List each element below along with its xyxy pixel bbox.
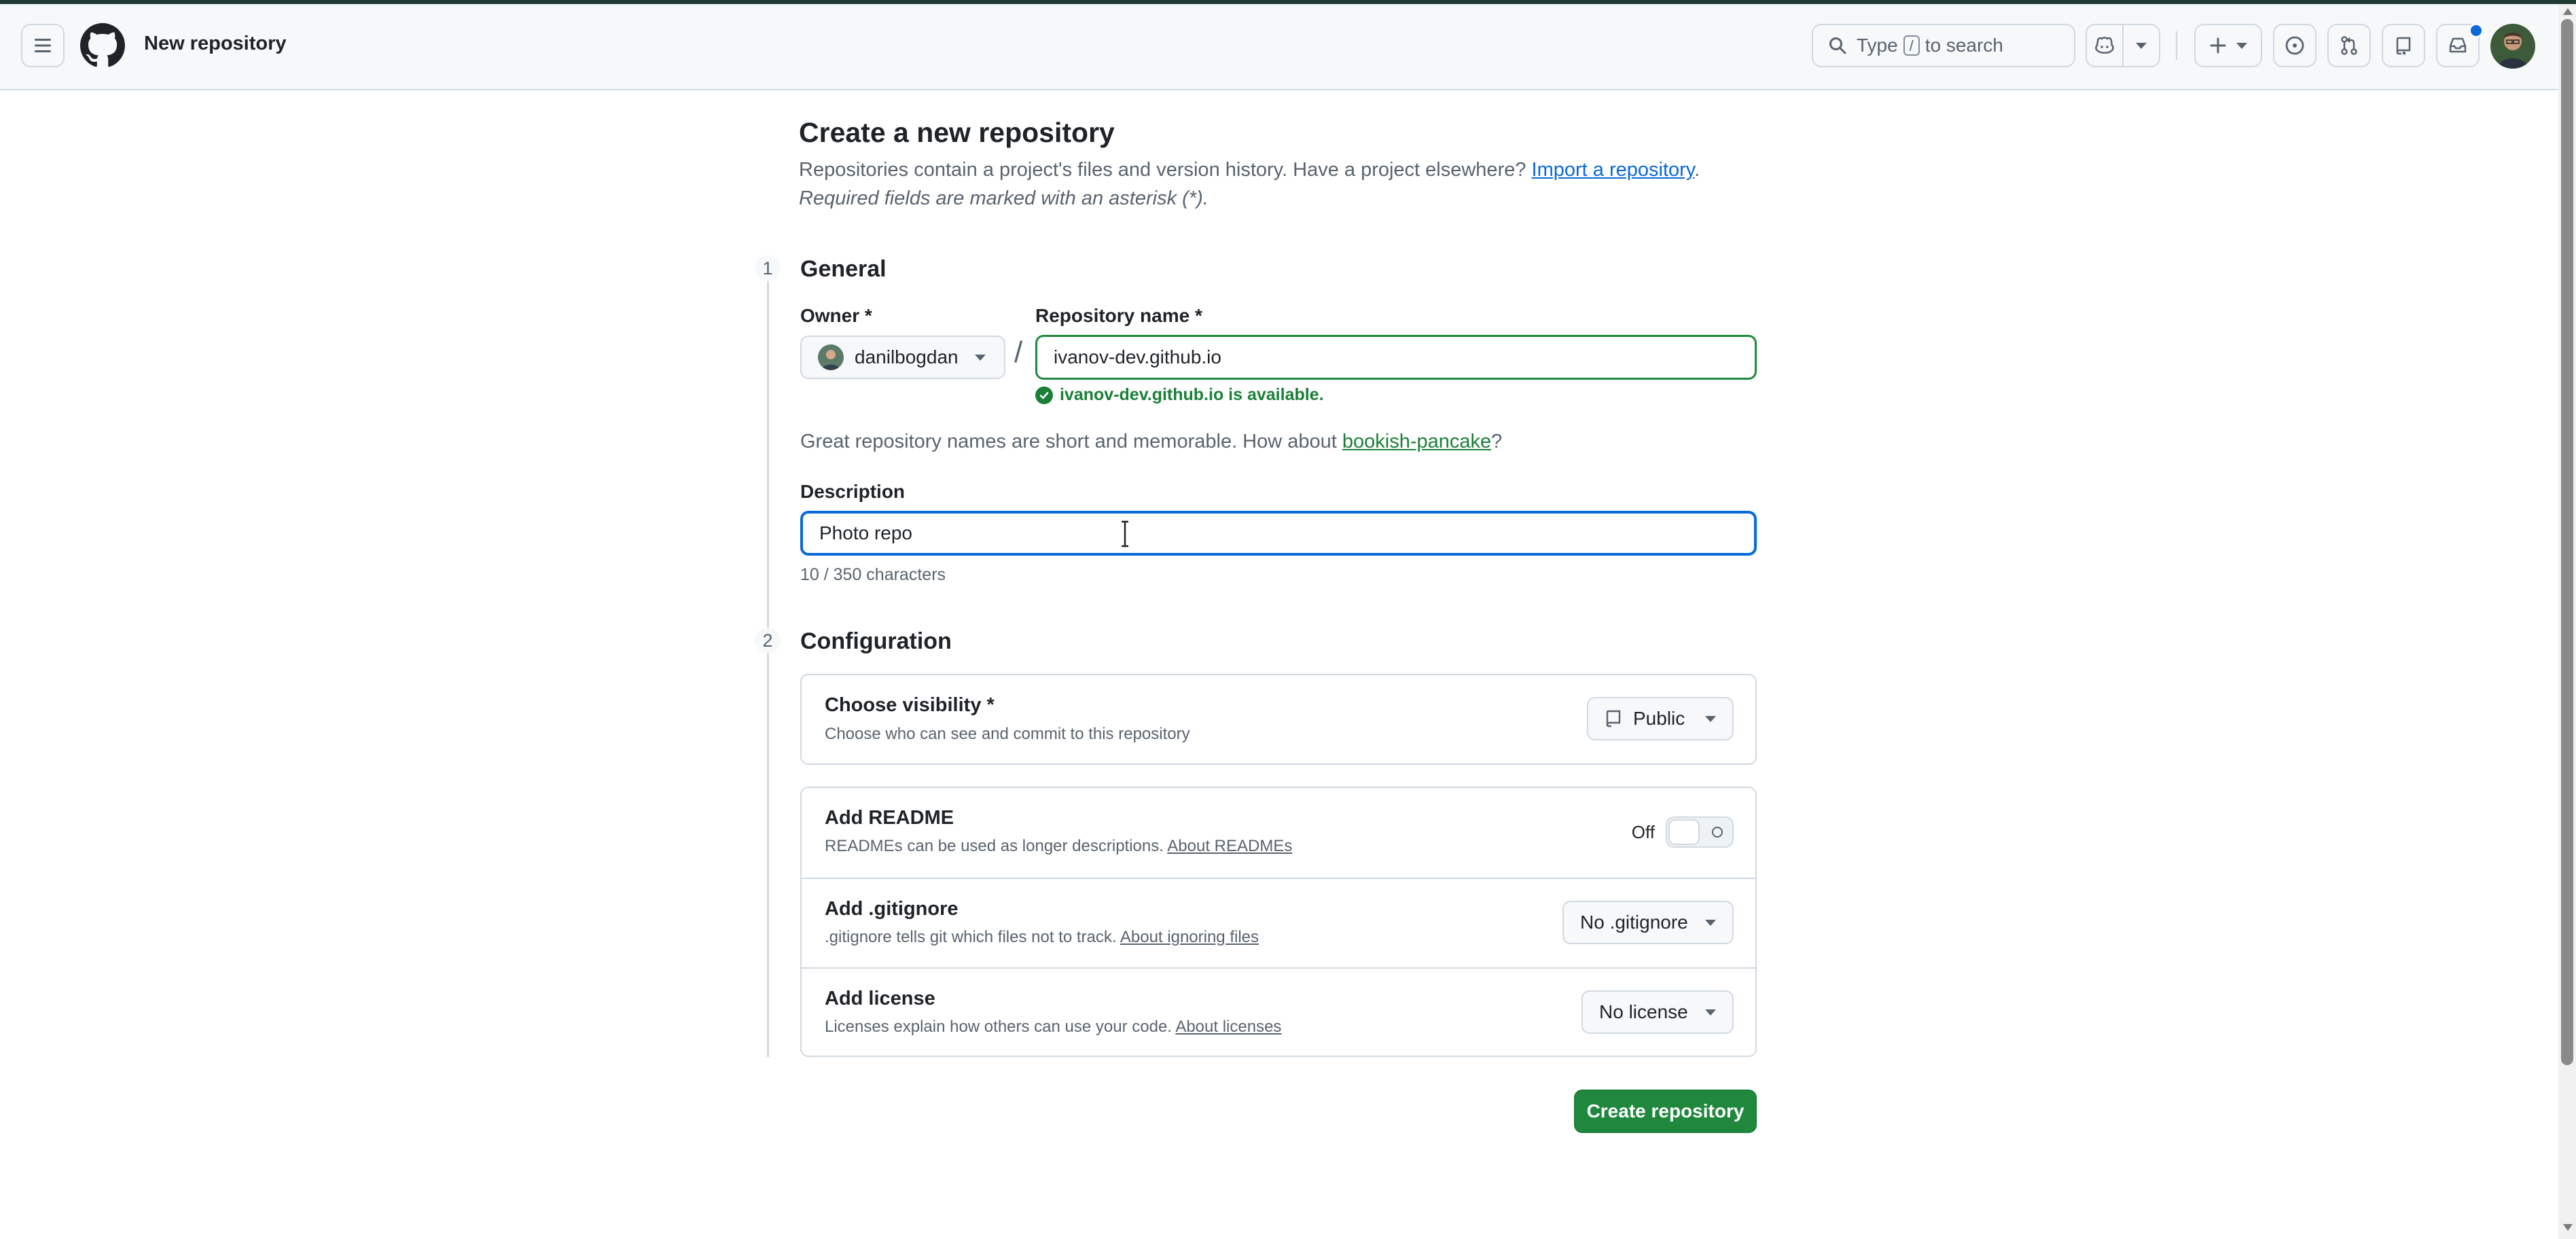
owner-avatar [818,344,844,370]
chevron-down-icon [1705,919,1716,926]
repo-icon [2396,37,2411,55]
user-avatar[interactable] [2490,24,2535,69]
step-1-number: 1 [755,255,781,281]
page-context-label[interactable]: New repository [144,33,287,55]
step-2-number: 2 [755,628,781,653]
toggle-knob [1668,819,1700,845]
search-shortcut-key: / [1903,35,1920,56]
copilot-button[interactable] [2087,25,2122,66]
chevron-down-icon [2236,42,2247,49]
visibility-title: Choose visibility * [825,694,995,716]
suggestion-prefix: Great repository names are short and mem… [800,431,1342,452]
license-row: Add license Licenses explain how others … [802,967,1755,1057]
search-prefix: Type [1857,35,1898,56]
visibility-card: Choose visibility * Choose who can see a… [800,674,1757,765]
about-readmes-link[interactable]: About READMEs [1167,837,1292,855]
plus-icon [2210,37,2226,54]
owner-avatar-image [818,344,844,370]
page-title: Create a new repository [799,117,1115,148]
gitignore-row: Add .gitignore .gitignore tells git whic… [802,878,1755,967]
readme-toggle-label: Off [1631,821,1655,842]
visibility-value: Public [1633,708,1685,729]
license-value: No license [1599,1001,1688,1022]
hamburger-icon [35,39,51,52]
search-suffix: to search [1925,35,2003,56]
readme-row: Add README READMEs can be used as longer… [802,788,1755,878]
page-intro: Repositories contain a project's files a… [799,159,1700,181]
general-section-title: General [800,256,887,282]
open-navigation-button[interactable] [21,24,65,67]
name-suggestion: Great repository names are short and mem… [800,431,1502,453]
description-char-count: 10 / 350 characters [800,565,946,584]
pull-requests-button[interactable] [2327,24,2371,67]
text-cursor-icon [1122,520,1128,547]
chevron-down-icon [1705,1009,1716,1016]
about-licenses-link[interactable]: About licenses [1175,1018,1281,1036]
intro-text: Repositories contain a project's files a… [799,159,1532,181]
readme-toggle-switch[interactable] [1666,816,1734,848]
step-2-rail [767,641,769,1057]
license-subtitle-text: Licenses explain how others can use your… [825,1018,1176,1036]
copilot-button-group [2086,24,2160,67]
license-title: Add license [825,988,935,1009]
initialize-options-card: Add README READMEs can be used as longer… [800,787,1757,1057]
readme-subtitle-text: READMEs can be used as longer descriptio… [825,837,1168,855]
check-circle-icon [1035,386,1053,404]
scrollbar-thumb[interactable] [2561,19,2573,1065]
description-label: Description [800,481,906,502]
description-input[interactable] [800,511,1757,556]
gitignore-subtitle-text: .gitignore tells git which files not to … [825,928,1120,946]
issue-opened-icon [2285,36,2304,55]
suggestion-suffix: ? [1491,431,1503,452]
intro-end: . [1694,159,1700,181]
gitignore-title: Add .gitignore [825,898,959,920]
chevron-down-icon [974,354,986,361]
issues-button[interactable] [2273,24,2316,67]
required-fields-note: Required fields are marked with an aster… [799,187,1209,209]
availability-text: ivanov-dev.github.io is available. [1060,385,1324,404]
gitignore-subtitle: .gitignore tells git which files not to … [825,928,1259,947]
copilot-icon [2095,37,2114,54]
import-repository-link[interactable]: Import a repository [1532,159,1695,181]
license-select[interactable]: No license [1581,990,1734,1034]
inbox-icon [2449,37,2467,53]
readme-title: Add README [825,807,954,829]
step-1-rail [767,269,769,640]
global-search-button[interactable]: Type / to search [1812,24,2075,67]
gitignore-value: No .gitignore [1580,912,1688,933]
gitignore-select[interactable]: No .gitignore [1562,901,1734,944]
visibility-subtitle: Choose who can see and commit to this re… [825,725,1190,743]
repo-icon [1606,710,1621,728]
owner-label: Owner * [800,305,872,326]
chevron-down-icon [1705,715,1716,722]
scroll-down-arrow-icon[interactable] [2563,1224,2573,1231]
global-header [0,4,2558,90]
readme-subtitle: READMEs can be used as longer descriptio… [825,837,1292,856]
search-icon [1829,37,1846,54]
owner-name-separator: / [1014,336,1023,369]
configuration-section-title: Configuration [800,628,952,654]
license-subtitle: Licenses explain how others can use your… [825,1018,1281,1037]
create-new-button[interactable] [2194,24,2262,67]
scroll-up-arrow-icon[interactable] [2563,8,2573,15]
unread-notification-dot [2469,23,2484,38]
header-divider [2176,31,2177,60]
create-repository-button[interactable]: Create repository [1574,1090,1757,1133]
visibility-select[interactable]: Public [1587,697,1734,740]
readme-toggle-group: Off [1632,816,1734,848]
copilot-menu-button[interactable] [2122,25,2159,66]
suggested-name-link[interactable]: bookish-pancake [1342,431,1491,452]
repository-name-label: Repository name * [1035,305,1202,326]
repository-name-input[interactable] [1035,335,1757,380]
pull-request-icon [2341,36,2357,55]
about-ignoring-files-link[interactable]: About ignoring files [1120,928,1259,946]
toggle-off-icon [1712,827,1723,838]
availability-message: ivanov-dev.github.io is available. [1035,385,1324,405]
avatar-image [2490,24,2535,69]
owner-value: danilbogdan [855,346,959,367]
github-logo-icon[interactable] [80,23,125,68]
repositories-button[interactable] [2382,24,2425,67]
chevron-down-icon [2136,42,2147,49]
owner-select[interactable]: danilbogdan [800,336,1005,379]
